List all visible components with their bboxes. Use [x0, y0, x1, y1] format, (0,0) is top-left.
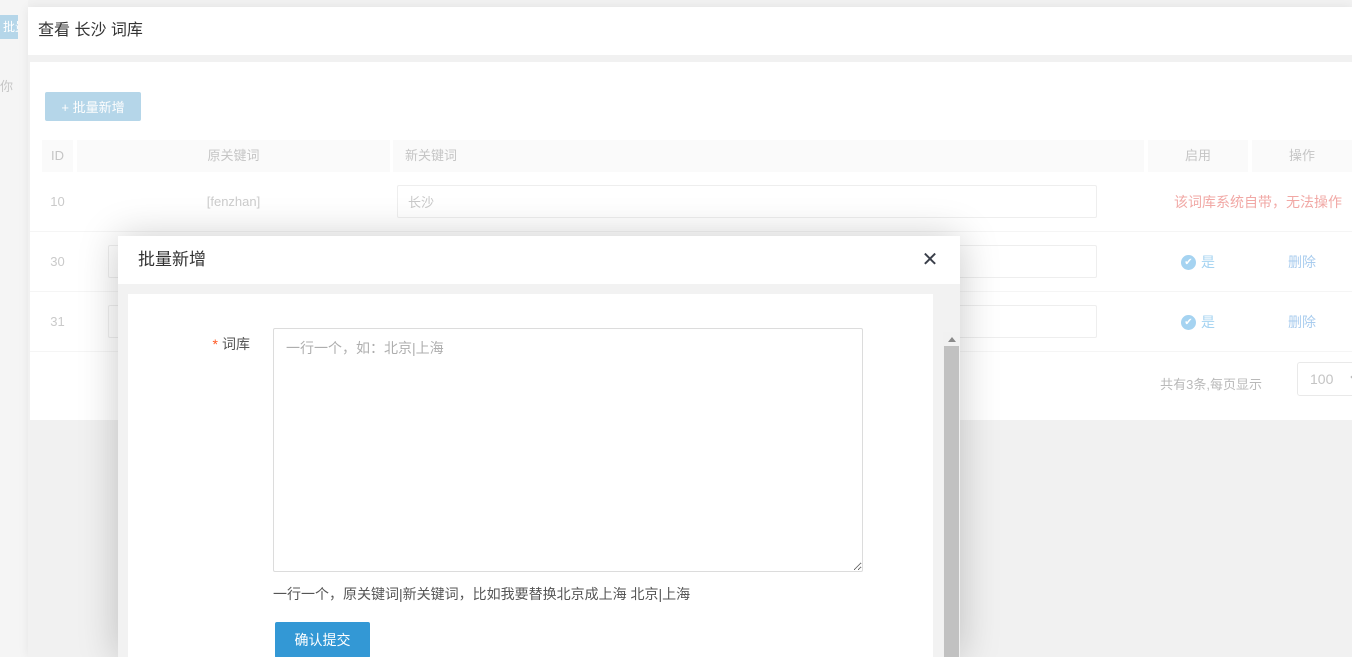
column-header-new: 新关键词 — [393, 140, 1144, 172]
row-id: 31 — [42, 292, 73, 352]
system-builtin-notice: 该词库系统自带，无法操作 — [1148, 172, 1352, 232]
enabled-label: 是 — [1201, 252, 1215, 272]
action-cell: 删除 — [1252, 232, 1352, 292]
row-id: 10 — [42, 172, 73, 232]
batch-add-modal: 批量新增 ✕ *词库 一行一个，原关键词|新关键词，比如我要替换北京成上海 北京… — [118, 236, 960, 657]
column-header-action: 操作 — [1252, 140, 1352, 172]
orig-keyword-text: [fenzhan] — [77, 172, 390, 232]
required-mark: * — [213, 336, 218, 352]
wordlist-field-label: *词库 — [128, 334, 250, 354]
pagination-summary: 共有3条,每页显示 — [1160, 374, 1262, 393]
delete-link[interactable]: 删除 — [1288, 254, 1316, 270]
background-text-fragment: 你 — [0, 76, 14, 95]
modal-header: 批量新增 ✕ — [118, 236, 960, 284]
modal-form: *词库 一行一个，原关键词|新关键词，比如我要替换北京成上海 北京|上海 确认提… — [128, 294, 933, 657]
page-size-value: 100 — [1310, 371, 1344, 387]
check-circle-icon: ✔ — [1181, 255, 1196, 270]
scroll-up-icon — [948, 337, 956, 342]
confirm-submit-button[interactable]: 确认提交 — [275, 622, 370, 657]
table-header: ID 原关键词 新关键词 启用 操作 — [30, 140, 1352, 172]
column-header-orig: 原关键词 — [77, 140, 390, 172]
enabled-toggle[interactable]: ✔ 是 — [1148, 292, 1248, 352]
row-id: 30 — [42, 232, 73, 292]
column-header-id: ID — [42, 140, 73, 172]
enabled-label: 是 — [1201, 312, 1215, 332]
enabled-toggle[interactable]: ✔ 是 — [1148, 232, 1248, 292]
scrollbar-thumb[interactable] — [944, 346, 959, 657]
check-circle-icon: ✔ — [1181, 315, 1196, 330]
background-batch-add-button[interactable]: 批量 — [0, 15, 18, 39]
background-page-fragment: 批量 你 — [0, 0, 28, 657]
close-icon[interactable]: ✕ — [916, 246, 944, 274]
form-hint: 一行一个，原关键词|新关键词，比如我要替换北京成上海 北京|上海 — [273, 584, 690, 604]
scroll-up-button[interactable] — [943, 332, 960, 346]
action-cell: 删除 — [1252, 292, 1352, 352]
modal-scrollbar[interactable] — [943, 332, 960, 657]
field-label-text: 词库 — [222, 336, 250, 352]
page-title: 查看 长沙 词库 — [38, 7, 143, 55]
modal-body: *词库 一行一个，原关键词|新关键词，比如我要替换北京成上海 北京|上海 确认提… — [118, 284, 960, 657]
new-keyword-input[interactable] — [397, 185, 1097, 218]
screen: 批量 你 查看 长沙 词库 + 批量新增 ID 原关键词 新关键词 启用 操作 … — [0, 0, 1352, 657]
batch-add-button[interactable]: + 批量新增 — [45, 92, 141, 121]
column-header-enabled: 启用 — [1148, 140, 1248, 172]
panel-header: 查看 长沙 词库 — [28, 7, 1352, 55]
delete-link[interactable]: 删除 — [1288, 314, 1316, 330]
page-size-select[interactable]: 100 — [1297, 362, 1352, 396]
table-row: 10 [fenzhan] 该词库系统自带，无法操作 — [30, 172, 1352, 232]
wordlist-textarea[interactable] — [273, 328, 863, 572]
modal-title: 批量新增 — [138, 236, 206, 284]
